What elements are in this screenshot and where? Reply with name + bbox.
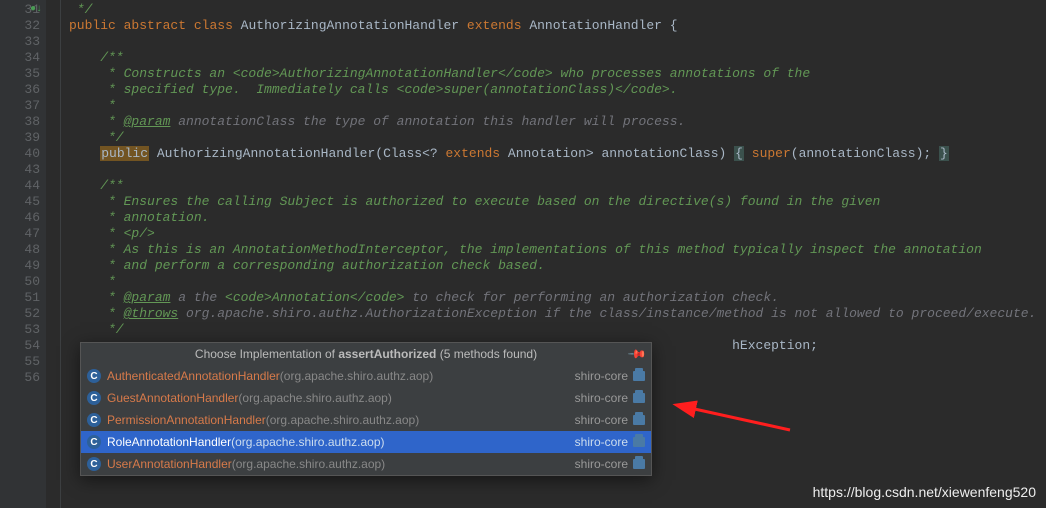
- code-line[interactable]: * @throws org.apache.shiro.authz.Authori…: [69, 306, 1046, 322]
- line-number: 54: [0, 338, 40, 354]
- line-number: 44: [0, 178, 40, 194]
- line-number: 33: [0, 34, 40, 50]
- class-icon: C: [87, 413, 101, 427]
- code-line[interactable]: * Ensures the calling Subject is authori…: [69, 194, 1046, 210]
- line-number: 48: [0, 242, 40, 258]
- popup-title-method: assertAuthorized: [338, 347, 436, 361]
- line-number: 35: [0, 66, 40, 82]
- line-number: 34: [0, 50, 40, 66]
- implementation-option[interactable]: C UserAnnotationHandler (org.apache.shiro…: [81, 453, 651, 475]
- class-icon: C: [87, 369, 101, 383]
- class-icon: C: [87, 391, 101, 405]
- code-line[interactable]: */: [69, 2, 1046, 18]
- code-line[interactable]: * @param a the <code>Annotation</code> t…: [69, 290, 1046, 306]
- line-number: 55: [0, 354, 40, 370]
- line-number: 32: [0, 18, 40, 34]
- code-line[interactable]: * specified type. Immediately calls <cod…: [69, 82, 1046, 98]
- line-number: 50: [0, 274, 40, 290]
- code-line[interactable]: * annotation.: [69, 210, 1046, 226]
- module-icon: [633, 371, 645, 381]
- module-icon: [633, 459, 645, 469]
- module-name: shiro-core: [575, 369, 628, 383]
- package-name: (org.apache.shiro.authz.aop): [280, 369, 433, 383]
- fold-gutter[interactable]: [46, 0, 61, 508]
- pin-icon[interactable]: 📌: [627, 344, 647, 364]
- code-line[interactable]: public abstract class AuthorizingAnnotat…: [69, 18, 1046, 34]
- implementation-option[interactable]: C PermissionAnnotationHandler (org.apache…: [81, 409, 651, 431]
- code-line[interactable]: public AuthorizingAnnotationHandler(Clas…: [69, 146, 1046, 162]
- choose-implementation-popup[interactable]: Choose Implementation of assertAuthorize…: [80, 342, 652, 476]
- class-icon: C: [87, 435, 101, 449]
- line-number: 45: [0, 194, 40, 210]
- class-name: RoleAnnotationHandler: [107, 435, 231, 449]
- implementation-option[interactable]: C GuestAnnotationHandler (org.apache.shir…: [81, 387, 651, 409]
- code-line[interactable]: * <p/>: [69, 226, 1046, 242]
- line-number: 49: [0, 258, 40, 274]
- popup-title-suffix: (5 methods found): [436, 347, 537, 361]
- class-name: PermissionAnnotationHandler: [107, 413, 266, 427]
- implementation-option[interactable]: C RoleAnnotationHandler (org.apache.shiro…: [81, 431, 651, 453]
- watermark: https://blog.csdn.net/xiewenfeng520: [813, 484, 1036, 500]
- code-line[interactable]: * As this is an AnnotationMethodIntercep…: [69, 242, 1046, 258]
- line-number: 51: [0, 290, 40, 306]
- module-icon: [633, 415, 645, 425]
- package-name: (org.apache.shiro.authz.aop): [232, 457, 385, 471]
- popup-title-prefix: Choose Implementation of: [195, 347, 338, 361]
- popup-title: Choose Implementation of assertAuthorize…: [81, 343, 651, 365]
- code-line[interactable]: *: [69, 98, 1046, 114]
- code-line[interactable]: [69, 162, 1046, 178]
- module-icon: [633, 393, 645, 403]
- line-number-gutter: ●↓ 3132333435363738394043444546474849505…: [0, 0, 46, 508]
- line-number: 40: [0, 146, 40, 162]
- gutter-implements-icon[interactable]: ●↓: [30, 2, 42, 18]
- line-number: 36: [0, 82, 40, 98]
- line-number: 47: [0, 226, 40, 242]
- package-name: (org.apache.shiro.authz.aop): [231, 435, 384, 449]
- line-number: 39: [0, 130, 40, 146]
- line-number: 53: [0, 322, 40, 338]
- code-line[interactable]: [69, 34, 1046, 50]
- line-number: 37: [0, 98, 40, 114]
- module-name: shiro-core: [575, 457, 628, 471]
- popup-list[interactable]: C AuthenticatedAnnotationHandler (org.apa…: [81, 365, 651, 475]
- line-number: 43: [0, 162, 40, 178]
- line-number: 46: [0, 210, 40, 226]
- module-name: shiro-core: [575, 435, 628, 449]
- class-name: AuthenticatedAnnotationHandler: [107, 369, 280, 383]
- code-line[interactable]: *: [69, 274, 1046, 290]
- code-line[interactable]: * @param annotationClass the type of ann…: [69, 114, 1046, 130]
- package-name: (org.apache.shiro.authz.aop): [266, 413, 419, 427]
- package-name: (org.apache.shiro.authz.aop): [238, 391, 391, 405]
- module-name: shiro-core: [575, 391, 628, 405]
- line-number: 56: [0, 370, 40, 386]
- implementation-option[interactable]: C AuthenticatedAnnotationHandler (org.apa…: [81, 365, 651, 387]
- module-name: shiro-core: [575, 413, 628, 427]
- code-line[interactable]: */: [69, 322, 1046, 338]
- class-icon: C: [87, 457, 101, 471]
- code-line[interactable]: */: [69, 130, 1046, 146]
- class-name: UserAnnotationHandler: [107, 457, 232, 471]
- line-number: 38: [0, 114, 40, 130]
- line-number: 52: [0, 306, 40, 322]
- code-line[interactable]: /**: [69, 178, 1046, 194]
- code-line[interactable]: * and perform a corresponding authorizat…: [69, 258, 1046, 274]
- code-line[interactable]: * Constructs an <code>AuthorizingAnnotat…: [69, 66, 1046, 82]
- code-line[interactable]: /**: [69, 50, 1046, 66]
- class-name: GuestAnnotationHandler: [107, 391, 238, 405]
- module-icon: [633, 437, 645, 447]
